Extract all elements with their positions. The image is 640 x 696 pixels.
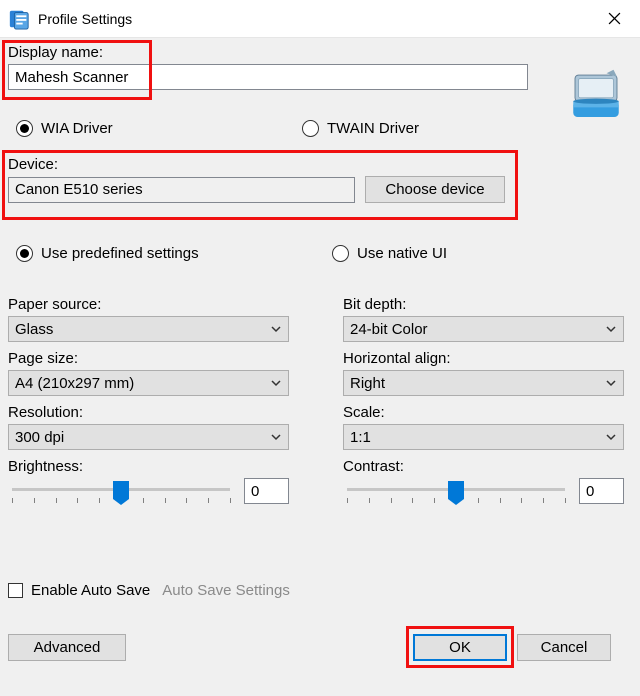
native-ui-radio[interactable]: Use native UI — [332, 245, 447, 262]
chevron-down-icon — [270, 431, 282, 443]
choose-device-button[interactable]: Choose device — [365, 176, 505, 203]
radio-circle-icon — [302, 120, 319, 137]
twain-driver-radio[interactable]: TWAIN Driver — [302, 120, 419, 137]
brightness-label: Brightness: — [8, 458, 289, 475]
radio-circle-icon — [16, 245, 33, 262]
native-ui-label: Use native UI — [357, 245, 447, 262]
close-icon — [608, 12, 621, 25]
paper-source-combo[interactable]: Glass — [8, 316, 289, 342]
predefined-settings-radio[interactable]: Use predefined settings — [16, 245, 199, 262]
scanner-icon — [568, 68, 624, 128]
chevron-down-icon — [270, 377, 282, 389]
scale-label: Scale: — [343, 404, 624, 421]
bit-depth-label: Bit depth: — [343, 296, 624, 313]
advanced-button[interactable]: Advanced — [8, 634, 126, 661]
contrast-slider[interactable] — [343, 478, 569, 510]
device-label: Device: — [8, 156, 505, 173]
wia-driver-label: WIA Driver — [41, 120, 113, 137]
paper-source-label: Paper source: — [8, 296, 289, 313]
twain-driver-label: TWAIN Driver — [327, 120, 419, 137]
chevron-down-icon — [270, 323, 282, 335]
bit-depth-value: 24-bit Color — [350, 321, 428, 338]
chevron-down-icon — [605, 377, 617, 389]
page-size-label: Page size: — [8, 350, 289, 367]
bit-depth-combo[interactable]: 24-bit Color — [343, 316, 624, 342]
chevron-down-icon — [605, 431, 617, 443]
checkbox-box-icon — [8, 583, 23, 598]
contrast-label: Contrast: — [343, 458, 624, 475]
brightness-slider[interactable] — [8, 478, 234, 510]
page-size-combo[interactable]: A4 (210x297 mm) — [8, 370, 289, 396]
display-name-input[interactable] — [8, 64, 528, 90]
scale-combo[interactable]: 1:1 — [343, 424, 624, 450]
auto-save-settings-link: Auto Save Settings — [162, 582, 290, 599]
window-title: Profile Settings — [38, 11, 594, 27]
contrast-value[interactable] — [579, 478, 624, 504]
slider-thumb-icon — [448, 481, 464, 499]
resolution-combo[interactable]: 300 dpi — [8, 424, 289, 450]
radio-circle-icon — [332, 245, 349, 262]
horizontal-align-label: Horizontal align: — [343, 350, 624, 367]
horizontal-align-value: Right — [350, 375, 385, 392]
radio-circle-icon — [16, 120, 33, 137]
slider-thumb-icon — [113, 481, 129, 499]
chevron-down-icon — [605, 323, 617, 335]
wia-driver-radio[interactable]: WIA Driver — [16, 120, 113, 137]
cancel-button[interactable]: Cancel — [517, 634, 611, 661]
display-name-label: Display name: — [8, 44, 528, 61]
titlebar: Profile Settings — [0, 0, 640, 38]
page-size-value: A4 (210x297 mm) — [15, 375, 134, 392]
horizontal-align-combo[interactable]: Right — [343, 370, 624, 396]
ok-button[interactable]: OK — [413, 634, 507, 661]
close-button[interactable] — [594, 3, 634, 35]
enable-auto-save-label: Enable Auto Save — [31, 582, 150, 599]
paper-source-value: Glass — [15, 321, 53, 338]
scale-value: 1:1 — [350, 429, 371, 446]
predefined-settings-label: Use predefined settings — [41, 245, 199, 262]
enable-auto-save-checkbox[interactable]: Enable Auto Save — [8, 582, 150, 599]
resolution-value: 300 dpi — [15, 429, 64, 446]
resolution-label: Resolution: — [8, 404, 289, 421]
device-display: Canon E510 series — [8, 177, 355, 203]
brightness-value[interactable] — [244, 478, 289, 504]
app-icon — [8, 8, 30, 30]
